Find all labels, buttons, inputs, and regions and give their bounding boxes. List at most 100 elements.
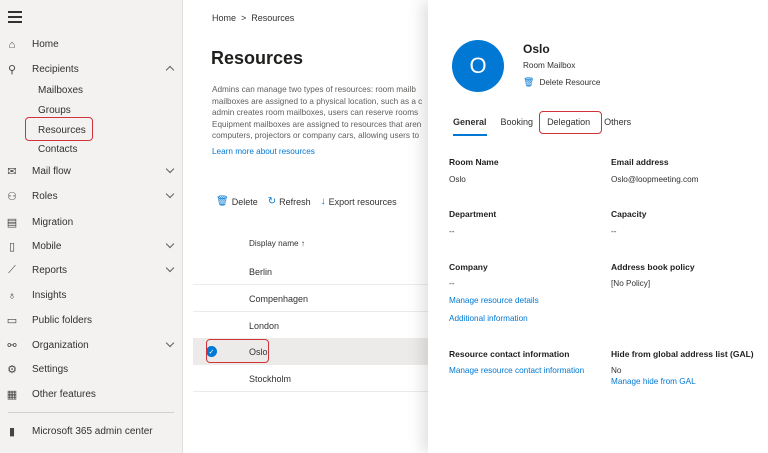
sidebar-item-label: Public folders	[32, 315, 93, 326]
sidebar-item-home[interactable]: ⌂ Home	[0, 32, 183, 57]
hide-from-gal-label: Hide from global address list (GAL)	[611, 349, 754, 359]
delete-label: Delete	[231, 196, 258, 207]
table-row[interactable]: London	[193, 313, 453, 339]
sidebar-item-label: Organization	[32, 340, 89, 351]
sidebar-item-m365-admin-center[interactable]: ▮ Microsoft 365 admin center	[0, 419, 183, 444]
organization-icon: ⚯	[7, 340, 17, 352]
export-label: Export resources	[328, 196, 397, 207]
row-display-name: London	[249, 320, 280, 331]
room-name-label: Room Name	[449, 157, 499, 167]
sidebar-item-settings[interactable]: ⚙ Settings	[0, 357, 183, 382]
sidebar-subitem-mailboxes[interactable]: Mailboxes	[38, 80, 83, 100]
row-display-name: Stockholm	[249, 373, 292, 384]
row-display-name: Compenhagen	[249, 293, 309, 304]
office-icon: ▮	[8, 426, 16, 438]
download-icon: ↓	[320, 196, 326, 207]
department-label: Department	[449, 209, 497, 219]
sidebar-item-public-folders[interactable]: ▭ Public folders	[0, 308, 183, 333]
row-display-name: Berlin	[249, 266, 273, 277]
mobile-icon: ▯	[8, 241, 16, 253]
sidebar-item-label: Recipients	[32, 64, 79, 75]
chevron-down-icon	[165, 263, 175, 273]
additional-information-link[interactable]: Additional information	[449, 314, 528, 323]
gear-icon: ⚙	[7, 364, 17, 376]
trash-icon: 🗑	[523, 77, 535, 87]
sidebar-item-label: Migration	[32, 217, 74, 228]
room-name-value: Oslo	[449, 175, 466, 184]
avatar: O	[452, 40, 504, 92]
chevron-down-icon	[165, 239, 175, 249]
app-window: ⌂ Home ⚲ Recipients Mailboxes Groups Res…	[0, 0, 768, 453]
sidebar-item-label: Other features	[32, 389, 96, 400]
manage-hide-from-gal-link[interactable]: Manage hide from GAL	[611, 377, 696, 386]
mail-icon: ✉	[7, 166, 17, 178]
sidebar-item-mail-flow[interactable]: ✉ Mail flow	[0, 159, 183, 184]
trash-icon: 🗑	[216, 196, 229, 207]
breadcrumb-home-link[interactable]: Home	[212, 13, 236, 23]
table-row[interactable]: Stockholm	[193, 366, 453, 392]
column-header-display-name[interactable]: Display name ↑	[249, 239, 305, 248]
sidebar-item-label: Settings	[32, 364, 69, 375]
company-label: Company	[449, 262, 488, 272]
tab-booking[interactable]: Booking	[501, 117, 534, 133]
sidebar-item-reports[interactable]: ⟋ Reports	[0, 258, 183, 283]
panel-resource-name: Oslo	[523, 42, 550, 56]
address-book-policy-label: Address book policy	[611, 262, 695, 272]
sidebar-subitem-contacts[interactable]: Contacts	[38, 139, 77, 159]
export-resources-button[interactable]: ↓ Export resources	[321, 196, 397, 207]
sidebar-item-recipients[interactable]: ⚲ Recipients	[0, 57, 183, 82]
sidebar-divider	[8, 412, 174, 413]
table-row[interactable]: Compenhagen	[193, 286, 453, 312]
manage-contact-info-link[interactable]: Manage resource contact information	[449, 366, 584, 375]
capacity-value: --	[611, 227, 617, 236]
panel-resource-type: Room Mailbox	[523, 61, 576, 70]
migration-icon: ▤	[6, 217, 18, 229]
chevron-down-icon	[165, 164, 175, 174]
sidebar-item-label: Mobile	[32, 241, 62, 252]
chevron-down-icon	[165, 189, 175, 199]
learn-more-link[interactable]: Learn more about resources	[212, 147, 315, 156]
reports-icon: ⟋	[8, 264, 16, 276]
delete-resource-button[interactable]: 🗑 Delete Resource	[523, 77, 600, 88]
sidebar-item-label: Insights	[32, 290, 67, 301]
sidebar: ⌂ Home ⚲ Recipients Mailboxes Groups Res…	[0, 0, 183, 453]
resources-highlight-box	[25, 117, 93, 141]
sidebar-item-label: Mail flow	[32, 166, 71, 177]
roles-icon: ⚇	[7, 191, 17, 203]
delete-button[interactable]: 🗑 Delete	[216, 196, 258, 207]
sidebar-item-migration[interactable]: ▤ Migration	[0, 210, 183, 235]
delegation-highlight-box	[539, 111, 602, 134]
page-title: Resources	[211, 48, 304, 68]
breadcrumb-current: Resources	[251, 13, 295, 23]
sidebar-item-roles[interactable]: ⚇ Roles	[0, 184, 183, 209]
sidebar-item-mobile[interactable]: ▯ Mobile	[0, 234, 183, 259]
sidebar-item-label: Roles	[32, 191, 58, 202]
email-address-label: Email address	[611, 157, 669, 167]
hamburger-menu-icon[interactable]	[8, 11, 22, 23]
refresh-button[interactable]: ↻ Refresh	[268, 196, 311, 207]
chevron-down-icon	[165, 338, 175, 348]
email-address-value: Oslo@loopmeeting.com	[611, 175, 699, 184]
hide-from-gal-value: No	[611, 366, 622, 375]
oslo-highlight-box	[206, 339, 269, 363]
sidebar-item-label: Home	[32, 39, 59, 50]
home-icon: ⌂	[8, 38, 16, 51]
refresh-label: Refresh	[279, 196, 311, 207]
chevron-up-icon	[165, 65, 175, 75]
tab-others[interactable]: Others	[604, 117, 631, 133]
person-icon: ⚲	[7, 64, 17, 76]
grid-icon: ▦	[6, 389, 18, 401]
sidebar-item-insights[interactable]: ♁ Insights	[0, 283, 183, 308]
tab-general[interactable]: General	[453, 117, 487, 136]
main-content: Home > Resources Resources Admins can ma…	[183, 0, 453, 453]
folder-icon: ▭	[6, 315, 18, 327]
delete-resource-label: Delete Resource	[539, 78, 601, 87]
sidebar-item-organization[interactable]: ⚯ Organization	[0, 333, 183, 358]
address-book-policy-value: [No Policy]	[611, 279, 651, 288]
sidebar-item-other-features[interactable]: ▦ Other features	[0, 382, 183, 407]
resource-detail-panel: O Oslo Room Mailbox 🗑 Delete Resource Ge…	[428, 0, 768, 453]
table-row[interactable]: Berlin	[193, 259, 453, 285]
manage-resource-details-link[interactable]: Manage resource details	[449, 296, 539, 305]
capacity-label: Capacity	[611, 209, 647, 219]
breadcrumb: Home > Resources	[212, 13, 294, 23]
